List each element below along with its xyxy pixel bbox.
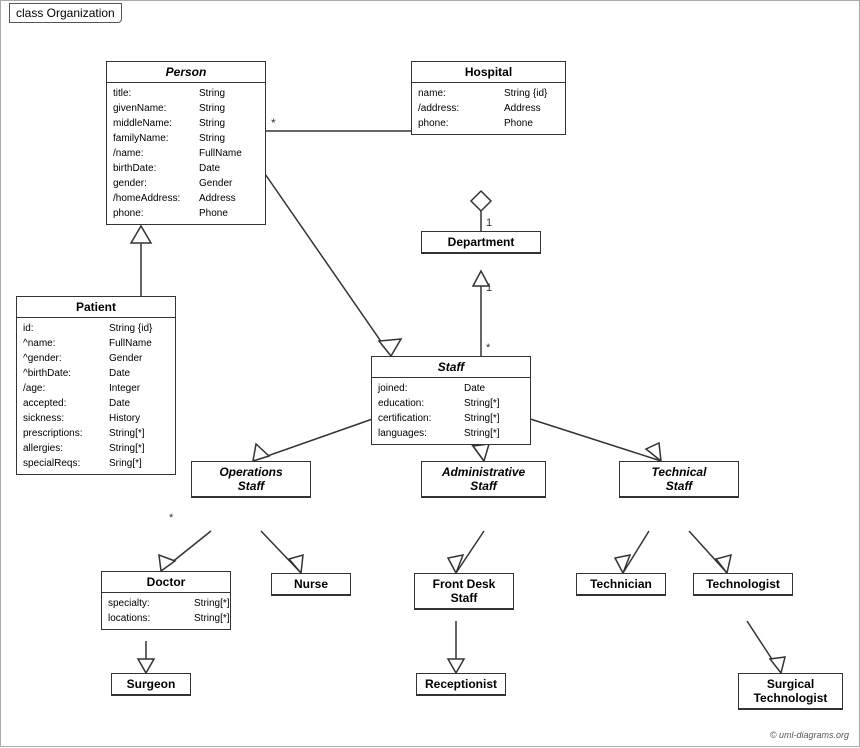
surgeon-class: Surgeon [111,673,191,696]
operations-staff-title: OperationsStaff [192,462,310,497]
diagram-title: class Organization [9,3,122,23]
technical-staff-class: TechnicalStaff [619,461,739,498]
staff-title: Staff [372,357,530,378]
patient-class: Patient id:String {id} ^name:FullName ^g… [16,296,176,475]
front-desk-staff-title: Front DeskStaff [415,574,513,609]
person-body: title:String givenName:String middleName… [107,83,265,224]
receptionist-class: Receptionist [416,673,506,696]
surgical-technologist-class: SurgicalTechnologist [738,673,843,710]
administrative-staff-title: AdministrativeStaff [422,462,545,497]
operations-staff-class: OperationsStaff [191,461,311,498]
hospital-class: Hospital name:String {id} /address:Addre… [411,61,566,135]
hospital-title: Hospital [412,62,565,83]
front-desk-staff-class: Front DeskStaff [414,573,514,610]
svg-text:*: * [486,342,491,354]
technician-title: Technician [577,574,665,595]
person-title: Person [107,62,265,83]
doctor-body: specialty:String[*] locations:String[*] [102,593,230,629]
patient-body: id:String {id} ^name:FullName ^gender:Ge… [17,318,175,474]
person-class: Person title:String givenName:String mid… [106,61,266,225]
copyright: © uml-diagrams.org [770,730,849,740]
svg-text:*: * [169,512,174,524]
technologist-class: Technologist [693,573,793,596]
nurse-class: Nurse [271,573,351,596]
doctor-class: Doctor specialty:String[*] locations:Str… [101,571,231,630]
surgeon-title: Surgeon [112,674,190,695]
surgical-technologist-title: SurgicalTechnologist [739,674,842,709]
hospital-body: name:String {id} /address:Address phone:… [412,83,565,134]
department-class: Department [421,231,541,254]
administrative-staff-class: AdministrativeStaff [421,461,546,498]
doctor-title: Doctor [102,572,230,593]
receptionist-title: Receptionist [417,674,505,695]
diagram-container: class Organization * 1 1 * [0,0,860,747]
technician-class: Technician [576,573,666,596]
patient-title: Patient [17,297,175,318]
department-title: Department [422,232,540,253]
svg-text:1: 1 [486,282,492,294]
technical-staff-title: TechnicalStaff [620,462,738,497]
staff-body: joined:Date education:String[*] certific… [372,378,530,444]
nurse-title: Nurse [272,574,350,595]
technologist-title: Technologist [694,574,792,595]
svg-text:*: * [271,116,276,130]
staff-class: Staff joined:Date education:String[*] ce… [371,356,531,445]
svg-text:1: 1 [486,217,492,229]
